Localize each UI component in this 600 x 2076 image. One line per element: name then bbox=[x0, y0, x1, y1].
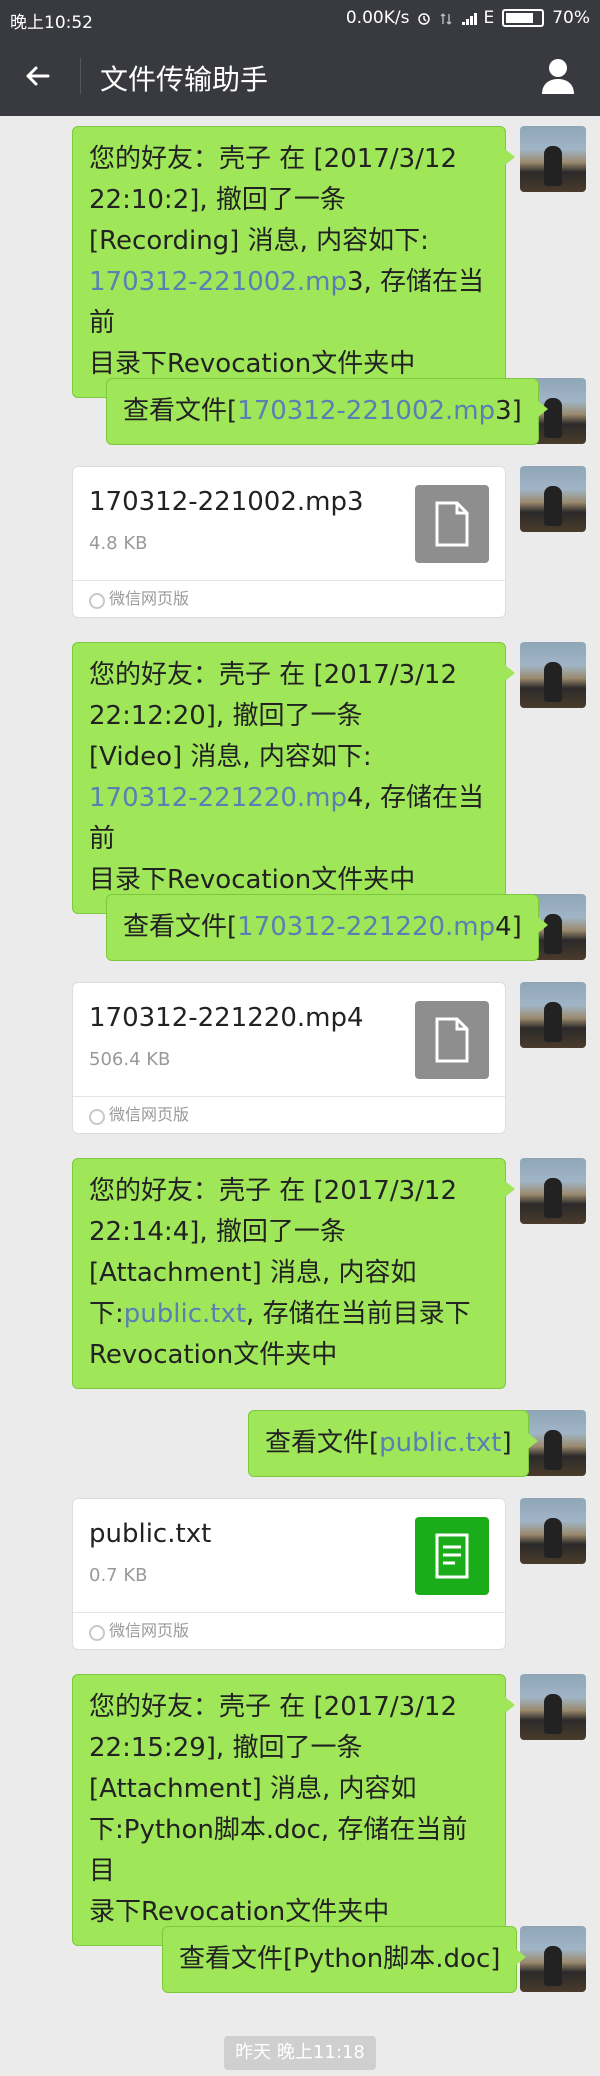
file-link[interactable]: 170312-221002.mp bbox=[89, 267, 347, 297]
data-transfer-icon bbox=[439, 11, 453, 25]
file-link[interactable]: public.txt bbox=[124, 1299, 246, 1329]
message-bubble[interactable]: 您的好友：壳子 在 [2017/3/12 22:14:4], 撤回了一条 [At… bbox=[72, 1158, 515, 1389]
file-source: 微信网页版 bbox=[73, 580, 505, 617]
web-wechat-icon bbox=[89, 593, 105, 609]
message-bubble[interactable]: 您的好友：壳子 在 [2017/3/12 22:12:20], 撤回了一条 [V… bbox=[72, 642, 515, 914]
network-speed: 0.00K/s bbox=[345, 8, 410, 28]
message-line: [Attachment] 消息, 内容如 bbox=[89, 1258, 417, 1288]
file-card[interactable]: 170312-221220.mp4 506.4 KB 微信网页版 bbox=[72, 982, 506, 1134]
message-line: 22:14:4], 撤回了一条 bbox=[89, 1217, 346, 1247]
network-type: E bbox=[483, 8, 495, 28]
time-separator: 昨天 晚上11:18 bbox=[224, 2036, 376, 2070]
view-prefix: 查看文件[ bbox=[123, 396, 238, 426]
message-line: [Attachment] 消息, 内容如 bbox=[89, 1774, 417, 1804]
message-bubble[interactable]: 您的好友：壳子 在 [2017/3/12 22:10:2], 撤回了一条 [Re… bbox=[72, 126, 515, 398]
message-line: [Video] 消息, 内容如下: bbox=[89, 742, 372, 772]
message-line: 22:12:20], 撤回了一条 bbox=[89, 701, 363, 731]
file-name: 170312-221002.mp3 bbox=[89, 487, 364, 517]
view-prefix: 查看文件[ bbox=[123, 912, 238, 942]
message-line: 下:Python脚本.doc, 存储在当前目 bbox=[89, 1815, 468, 1886]
web-wechat-icon bbox=[89, 1109, 105, 1125]
avatar[interactable] bbox=[520, 1674, 586, 1740]
view-suffix: ] bbox=[501, 1428, 512, 1458]
view-file-bubble[interactable]: 查看文件[Python脚本.doc] bbox=[162, 1926, 527, 1993]
message-line: 170312-221002.mp3, 存储在当前 bbox=[89, 262, 489, 344]
message-line: 22:15:29], 撤回了一条 bbox=[89, 1733, 363, 1763]
file-source: 微信网页版 bbox=[73, 1096, 505, 1133]
file-size: 4.8 KB bbox=[89, 533, 148, 554]
page-title: 文件传输助手 bbox=[100, 63, 269, 96]
view-file-text: 查看文件[Python脚本.doc] bbox=[179, 1944, 501, 1974]
file-link[interactable]: 170312-221002.mp bbox=[237, 396, 495, 426]
avatar[interactable] bbox=[520, 1926, 586, 1992]
avatar[interactable] bbox=[520, 1158, 586, 1224]
view-file-bubble[interactable]: 查看文件[170312-221002.mp3] bbox=[106, 378, 548, 445]
message-line: 您的好友：壳子 在 [2017/3/12 bbox=[89, 1176, 457, 1206]
signal-icon bbox=[461, 11, 478, 25]
file-link[interactable]: public.txt bbox=[379, 1428, 501, 1458]
status-right: 0.00K/s E 70% bbox=[346, 8, 590, 28]
status-bar: 晚上10:52 0.00K/s E 70% bbox=[0, 0, 600, 36]
message-text: , 存储在当前目录下 bbox=[246, 1299, 471, 1329]
message-line: 您的好友：壳子 在 [2017/3/12 bbox=[89, 660, 457, 690]
status-time: 晚上10:52 bbox=[10, 13, 93, 33]
file-size: 0.7 KB bbox=[89, 1565, 148, 1586]
avatar[interactable] bbox=[520, 126, 586, 192]
message-line: [Recording] 消息, 内容如下: bbox=[89, 226, 429, 256]
source-label: 微信网页版 bbox=[109, 1105, 190, 1124]
view-prefix: 查看文件[ bbox=[265, 1428, 380, 1458]
message-line: 22:10:2], 撤回了一条 bbox=[89, 185, 346, 215]
file-link[interactable]: 170312-221220.mp bbox=[89, 783, 347, 813]
battery-icon bbox=[502, 9, 545, 27]
profile-icon[interactable] bbox=[536, 54, 580, 98]
file-name: 170312-221220.mp4 bbox=[89, 1003, 364, 1033]
back-arrow-icon[interactable] bbox=[20, 58, 56, 94]
view-suffix: 4] bbox=[495, 912, 522, 942]
file-card[interactable]: 170312-221002.mp3 4.8 KB 微信网页版 bbox=[72, 466, 506, 618]
message-line: 下:public.txt, 存储在当前目录下 bbox=[89, 1294, 489, 1335]
source-label: 微信网页版 bbox=[109, 1621, 190, 1640]
message-text: 下: bbox=[89, 1299, 124, 1329]
avatar[interactable] bbox=[520, 642, 586, 708]
file-name: public.txt bbox=[89, 1519, 212, 1549]
message-line: 您的好友：壳子 在 [2017/3/12 bbox=[89, 144, 457, 174]
avatar[interactable] bbox=[520, 982, 586, 1048]
document-icon bbox=[415, 1001, 489, 1079]
document-icon bbox=[415, 485, 489, 563]
file-size: 506.4 KB bbox=[89, 1049, 171, 1070]
text-file-icon bbox=[415, 1517, 489, 1595]
file-link[interactable]: 170312-221220.mp bbox=[237, 912, 495, 942]
web-wechat-icon bbox=[89, 1625, 105, 1641]
chat-header: 文件传输助手 bbox=[0, 36, 600, 116]
message-bubble[interactable]: 您的好友：壳子 在 [2017/3/12 22:15:29], 撤回了一条 [A… bbox=[72, 1674, 515, 1946]
message-line: 您的好友：壳子 在 [2017/3/12 bbox=[89, 1692, 457, 1722]
avatar[interactable] bbox=[520, 466, 586, 532]
view-file-bubble[interactable]: 查看文件[public.txt] bbox=[248, 1410, 538, 1477]
message-line: 170312-221220.mp4, 存储在当前 bbox=[89, 778, 489, 860]
avatar[interactable] bbox=[520, 1498, 586, 1564]
alarm-icon bbox=[417, 11, 431, 25]
view-file-bubble[interactable]: 查看文件[170312-221220.mp4] bbox=[106, 894, 548, 961]
file-source: 微信网页版 bbox=[73, 1612, 505, 1649]
view-suffix: 3] bbox=[495, 396, 522, 426]
source-label: 微信网页版 bbox=[109, 589, 190, 608]
header-divider bbox=[80, 58, 81, 94]
message-line: Revocation文件夹中 bbox=[89, 1340, 338, 1370]
battery-percentage: 70% bbox=[552, 8, 590, 28]
file-card[interactable]: public.txt 0.7 KB 微信网页版 bbox=[72, 1498, 506, 1650]
